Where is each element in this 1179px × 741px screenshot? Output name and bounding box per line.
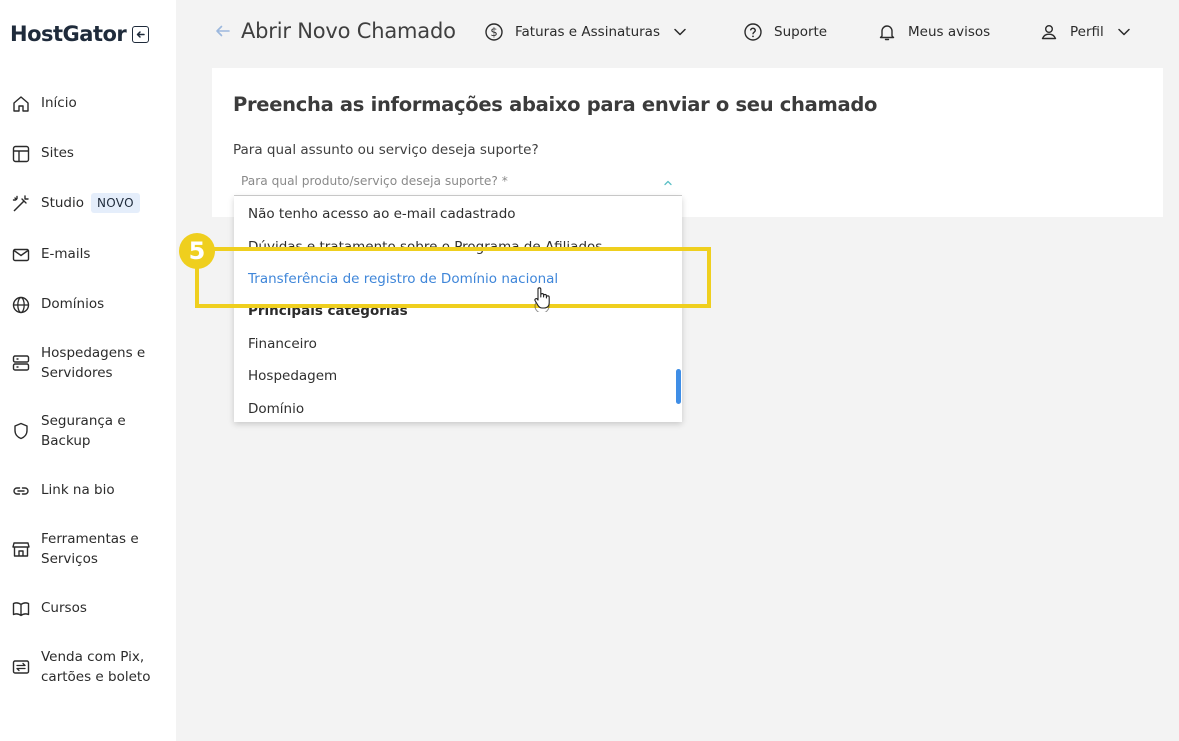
subject-dropdown-list[interactable]: Não tenho acesso ao e-mail cadastrado Dú… [234, 196, 682, 422]
sidebar-item-label: Ferramentas e [41, 531, 139, 547]
sidebar-item-label: Studio [41, 195, 84, 211]
user-icon [1039, 22, 1059, 42]
chevron-down-icon [674, 28, 686, 36]
dollar-circle-icon: $ [484, 22, 504, 42]
sidebar-item-label: Backup [41, 433, 91, 449]
chevron-down-icon [1118, 28, 1130, 36]
support-button[interactable]: Suporte [743, 22, 827, 42]
dropdown-scrollbar[interactable] [676, 369, 681, 404]
sidebar-item-ferramentas[interactable]: Ferramentas e Serviços [10, 529, 170, 569]
profile-menu-button[interactable]: Perfil [1039, 22, 1130, 42]
sidebar-item-label: Início [41, 95, 77, 111]
sidebar: HostGator Início Sites Studio NOVO E-mai… [0, 0, 176, 741]
dropdown-group-label: Principais categorias [248, 303, 408, 319]
form-heading: Preencha as informações abaixo para envi… [233, 93, 878, 116]
help-circle-icon [743, 22, 763, 42]
sidebar-item-seguranca[interactable]: Segurança e Backup [10, 411, 170, 451]
arrow-left-icon [214, 22, 232, 44]
sidebar-item-label: Serviços [41, 551, 98, 567]
support-subject-select[interactable]: Para qual produto/serviço deseja suporte… [234, 168, 682, 196]
hostgator-logo[interactable]: HostGator [10, 22, 150, 46]
book-icon [10, 598, 31, 619]
dropdown-option-highlighted[interactable]: Transferência de registro de Domínio nac… [248, 271, 558, 287]
dropdown-option[interactable]: Dúvidas e tratamento sobre o Programa de… [248, 239, 602, 255]
layout-icon [10, 143, 31, 164]
mail-icon [10, 244, 31, 265]
server-icon [10, 352, 31, 373]
home-icon [10, 93, 31, 114]
sidebar-item-label: cartões e boleto [41, 669, 151, 685]
logo-text: HostGator [10, 22, 127, 46]
magic-wand-icon [10, 193, 31, 214]
chevron-up-icon [663, 172, 673, 191]
notices-label: Meus avisos [908, 24, 991, 40]
dropdown-option[interactable]: Hospedagem [248, 368, 337, 384]
sidebar-item-sites[interactable]: Sites [10, 143, 170, 164]
sidebar-item-dominios[interactable]: Domínios [10, 294, 170, 315]
bell-icon [877, 22, 897, 42]
link-icon [10, 480, 31, 501]
select-placeholder: Para qual produto/serviço deseja suporte… [241, 174, 508, 188]
hand-pointer-icon [532, 286, 554, 316]
svg-text:$: $ [490, 25, 497, 39]
sidebar-item-label: Segurança e [41, 413, 126, 429]
sidebar-item-inicio[interactable]: Início [10, 93, 170, 114]
sidebar-item-studio[interactable]: Studio NOVO [10, 193, 170, 214]
back-button[interactable] [214, 22, 232, 44]
store-icon [10, 538, 31, 559]
support-label: Suporte [774, 24, 828, 40]
new-badge: NOVO [91, 193, 140, 213]
dropdown-option[interactable]: Não tenho acesso ao e-mail cadastrado [248, 206, 516, 222]
dropdown-option[interactable]: Domínio [248, 401, 304, 417]
sidebar-item-label: Venda com Pix, [41, 649, 145, 665]
dropdown-option[interactable]: Financeiro [248, 336, 317, 352]
sidebar-item-link-na-bio[interactable]: Link na bio [10, 480, 170, 501]
page-title: Abrir Novo Chamado [241, 19, 456, 43]
sidebar-item-label: Link na bio [41, 482, 115, 498]
sidebar-item-label: E-mails [41, 246, 91, 262]
shield-icon [10, 420, 31, 441]
notices-button[interactable]: Meus avisos [877, 22, 990, 42]
support-subject-question: Para qual assunto ou serviço deseja supo… [233, 142, 539, 158]
billing-label: Faturas e Assinaturas [515, 24, 660, 40]
sidebar-item-emails[interactable]: E-mails [10, 244, 170, 265]
globe-icon [10, 294, 31, 315]
sidebar-item-label: Sites [41, 145, 74, 161]
sidebar-item-label: Cursos [41, 600, 87, 616]
step-number-badge: 5 [179, 233, 215, 269]
ticket-form-card: Preencha as informações abaixo para envi… [212, 68, 1163, 217]
sidebar-item-cursos[interactable]: Cursos [10, 598, 170, 619]
sidebar-item-label: Domínios [41, 296, 105, 312]
sidebar-item-venda-com-pix[interactable]: Venda com Pix, cartões e boleto [10, 647, 170, 687]
sidebar-item-hospedagens[interactable]: Hospedagens e Servidores [10, 343, 170, 383]
collapse-sidebar-icon[interactable] [132, 25, 150, 43]
sidebar-item-label: Servidores [41, 365, 113, 381]
billing-menu-button[interactable]: $ Faturas e Assinaturas [484, 22, 686, 42]
exchange-icon [10, 656, 31, 677]
sidebar-item-label: Hospedagens e [41, 345, 146, 361]
profile-label: Perfil [1070, 24, 1104, 40]
